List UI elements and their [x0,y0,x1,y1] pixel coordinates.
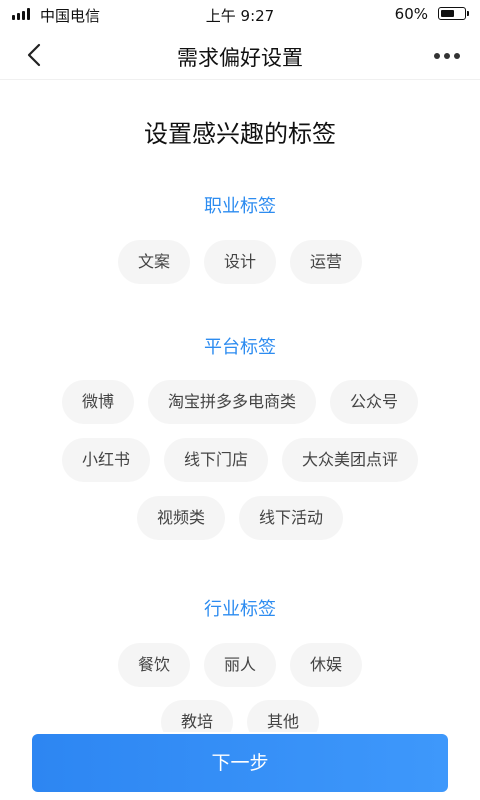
battery-icon [438,7,469,20]
status-bar: 中国电信 上午 9:27 60% [0,0,480,30]
tag-official-account[interactable]: 公众号 [330,380,419,424]
tag-weibo[interactable]: 微博 [61,380,134,424]
section-title-platform: 平台标签 [204,337,276,358]
tag-offline-store[interactable]: 线下门店 [163,438,268,482]
battery-fill [441,10,454,17]
tag-xiaohongshu[interactable]: 小红书 [61,438,150,482]
section-title-industry: 行业标签 [204,599,276,620]
section-title-profession: 职业标签 [204,196,276,217]
nav-bar: 需求偏好设置 [0,30,480,80]
tag-dianping[interactable]: 大众美团点评 [282,438,419,482]
tag-leisure[interactable]: 休娱 [290,643,363,687]
tag-row: 小红书 线下门店 大众美团点评 [0,438,480,482]
tag-row: 视频类 线下活动 [0,496,480,540]
tag-offline-event[interactable]: 线下活动 [239,496,344,540]
tag-operations[interactable]: 运营 [290,240,363,284]
page-title: 需求偏好设置 [177,46,303,70]
tag-video[interactable]: 视频类 [136,496,225,540]
battery-percent: 60% [394,5,428,23]
tag-row: 餐饮 丽人 休娱 [0,643,480,687]
more-button[interactable] [432,44,462,66]
tag-row: 文案 设计 运营 [0,240,480,284]
tag-design[interactable]: 设计 [203,240,276,284]
tag-catering[interactable]: 餐饮 [117,643,190,687]
tag-ecommerce[interactable]: 淘宝拼多多电商类 [147,380,316,424]
main-heading: 设置感兴趣的标签 [144,120,336,148]
tag-row: 微博 淘宝拼多多电商类 公众号 [0,380,480,424]
tag-copywriting[interactable]: 文案 [117,240,190,284]
tag-beauty[interactable]: 丽人 [203,643,276,687]
next-step-button[interactable]: 下一步 [32,734,448,792]
